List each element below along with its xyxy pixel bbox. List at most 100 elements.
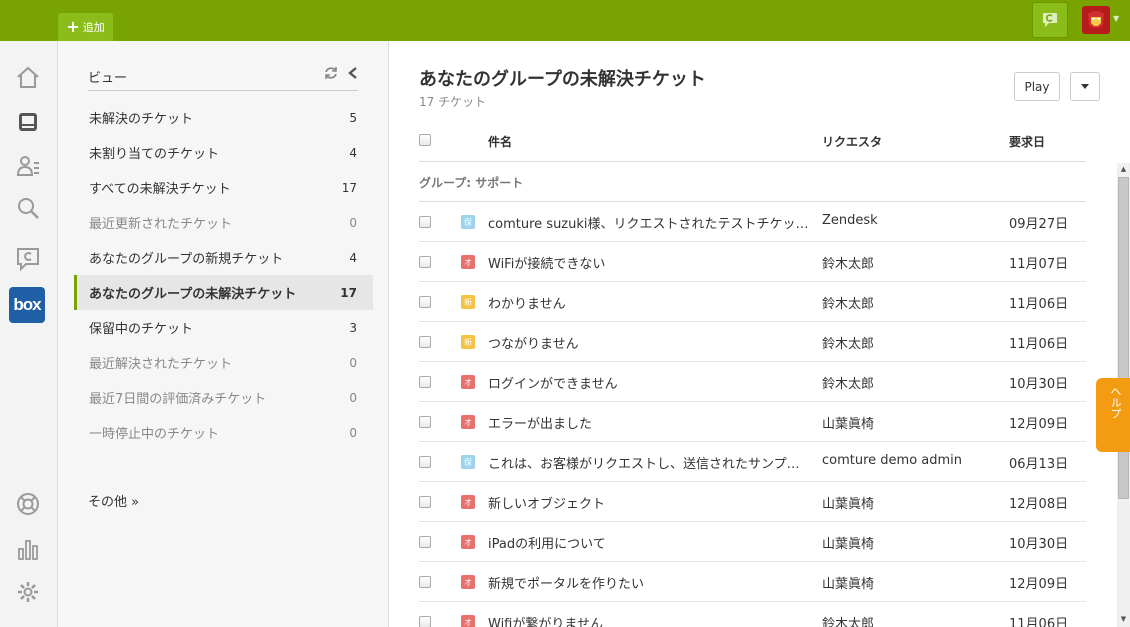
status-badge: オ (461, 415, 475, 429)
refresh-icon[interactable] (323, 65, 339, 81)
ticket-subject[interactable]: ログインができません (488, 373, 810, 392)
ticket-date: 11月06日 (1009, 617, 1069, 627)
help-tab-label: ヘルプ (1109, 386, 1122, 419)
view-item-active[interactable]: あなたのグループの未解決チケット 17 (74, 275, 373, 310)
ticket-subject[interactable]: わかりません (488, 293, 810, 312)
ticket-row[interactable]: オ新しいオブジェクト 山葉眞椅 12月08日 (419, 482, 1086, 522)
chat-button[interactable] (1032, 2, 1068, 38)
row-checkbox[interactable] (419, 576, 431, 588)
reports-icon[interactable] (13, 534, 43, 564)
status-badge: オ (461, 255, 475, 269)
ticket-subject[interactable]: comture suzuki様、リクエストされたテストチケットをお送りします (488, 213, 810, 232)
scroll-up-icon[interactable]: ▲ (1117, 165, 1130, 175)
view-item-label: 一時停止中のチケット (89, 427, 220, 442)
ticket-subject[interactable]: 新しいオブジェクト (488, 493, 810, 512)
play-button[interactable]: Play (1014, 72, 1060, 101)
column-date[interactable]: 要求日 (1009, 133, 1045, 150)
ticket-requester: 山葉眞椅 (822, 537, 875, 552)
view-item[interactable]: 最近更新されたチケット 0 (74, 205, 373, 240)
scroll-down-icon[interactable]: ▼ (1117, 615, 1130, 625)
ticket-subject[interactable]: Wifiが繋がりません (488, 613, 810, 627)
ticket-date: 12月09日 (1009, 417, 1069, 432)
views-panel: ビュー 未解決のチケット 5 未割り当てのチケット 4 すべての未解決チケット … (58, 41, 389, 627)
top-bar: + 追加 ▼ (0, 0, 1130, 41)
avatar-menu-chevron-icon[interactable]: ▼ (1113, 14, 1119, 23)
row-checkbox[interactable] (419, 256, 431, 268)
help-lifebuoy-icon[interactable] (13, 489, 43, 519)
view-item-count: 5 (349, 110, 357, 125)
view-item-count: 4 (349, 250, 357, 265)
view-item[interactable]: あなたのグループの新規チケット 4 (74, 240, 373, 275)
search-icon[interactable] (13, 193, 43, 223)
status-badge: オ (461, 535, 475, 549)
ticket-row[interactable]: オ Wifiが繋がりません 鈴木太郎 11月06日 (419, 602, 1086, 627)
status-badge: オ (461, 495, 475, 509)
view-item-label: 最近解決されたチケット (89, 357, 233, 372)
row-checkbox[interactable] (419, 536, 431, 548)
ticket-row[interactable]: オ WiFiが接続できない 鈴木太郎 11月07日 (419, 242, 1086, 282)
ticket-row[interactable]: オ新規でポータルを作りたい 山葉眞椅 12月09日 (419, 562, 1086, 602)
view-item[interactable]: 保留中のチケット 3 (74, 310, 373, 345)
ticket-row[interactable]: オログインができません 鈴木太郎 10月30日 (419, 362, 1086, 402)
page-title: あなたのグループの未解決チケット (419, 69, 706, 90)
row-checkbox[interactable] (419, 456, 431, 468)
ticket-row[interactable]: オ iPadの利用について 山葉眞椅 10月30日 (419, 522, 1086, 562)
ticket-row[interactable]: 新わかりません 鈴木太郎 11月06日 (419, 282, 1086, 322)
options-dropdown-button[interactable] (1070, 72, 1100, 101)
ticket-subject[interactable]: エラーが出ました (488, 413, 810, 432)
ticket-date: 11月07日 (1009, 257, 1069, 272)
ticket-row[interactable]: 保 comture suzuki様、リクエストされたテストチケットをお送りします Z… (419, 202, 1086, 242)
ticket-row[interactable]: 新つながりません 鈴木太郎 11月06日 (419, 322, 1086, 362)
column-subject[interactable]: 件名 (488, 133, 512, 150)
row-checkbox[interactable] (419, 496, 431, 508)
view-item[interactable]: 最近7日間の評価済みチケット 0 (74, 380, 373, 415)
status-badge: オ (461, 615, 475, 627)
ticket-date: 09月27日 (1009, 217, 1069, 232)
user-avatar[interactable] (1082, 6, 1110, 34)
view-item[interactable]: 一時停止中のチケット 0 (74, 415, 373, 450)
row-checkbox[interactable] (419, 296, 431, 308)
ticket-subject[interactable]: つながりません (488, 333, 810, 352)
chat-icon[interactable] (13, 244, 43, 274)
collapse-panel-icon[interactable] (346, 65, 360, 81)
ticket-requester: 鈴木太郎 (822, 617, 875, 627)
view-item[interactable]: 未割り当てのチケット 4 (74, 135, 373, 170)
box-app-icon[interactable]: box (9, 287, 45, 323)
status-badge: 新 (461, 335, 475, 349)
view-item[interactable]: すべての未解決チケット 17 (74, 170, 373, 205)
ticket-date: 11月06日 (1009, 337, 1069, 352)
home-icon[interactable] (13, 63, 43, 93)
ticket-date: 12月08日 (1009, 497, 1069, 512)
ticket-subject[interactable]: 新規でポータルを作りたい (488, 573, 810, 592)
ticket-subject[interactable]: これは、お客様がリクエストし、送信されたサンプルチケットです (488, 453, 810, 472)
ticket-count: 17 チケット (419, 95, 487, 109)
column-requester[interactable]: リクエスタ (822, 133, 882, 150)
settings-icon[interactable] (13, 577, 43, 607)
group-header: グループ: サポート (419, 162, 1086, 202)
view-item-label: あなたのグループの新規チケット (89, 252, 284, 267)
view-item[interactable]: 未解決のチケット 5 (74, 100, 373, 135)
help-tab[interactable]: ヘルプ (1096, 378, 1130, 452)
row-checkbox[interactable] (419, 616, 431, 627)
status-badge: 保 (461, 455, 475, 469)
ticket-row[interactable]: オエラーが出ました 山葉眞椅 12月09日 (419, 402, 1086, 442)
users-icon[interactable] (13, 151, 43, 181)
view-item-label: あなたのグループの未解決チケット (89, 287, 297, 302)
ticket-subject[interactable]: iPadの利用について (488, 533, 810, 552)
view-item-label: 最近7日間の評価済みチケット (89, 392, 267, 407)
row-checkbox[interactable] (419, 216, 431, 228)
row-checkbox[interactable] (419, 336, 431, 348)
view-item-count: 0 (349, 390, 357, 405)
more-views-link[interactable]: その他 » (88, 491, 139, 510)
ticket-row[interactable]: 保これは、お客様がリクエストし、送信されたサンプルチケットです comture d… (419, 442, 1086, 482)
views-icon[interactable] (13, 107, 43, 137)
ticket-subject[interactable]: WiFiが接続できない (488, 253, 810, 272)
views-title: ビュー (88, 71, 128, 86)
ticket-requester: 鈴木太郎 (822, 297, 875, 312)
add-button[interactable]: + 追加 (58, 13, 113, 41)
view-item[interactable]: 最近解決されたチケット 0 (74, 345, 373, 380)
row-checkbox[interactable] (419, 376, 431, 388)
ironman-avatar (1088, 11, 1104, 28)
row-checkbox[interactable] (419, 416, 431, 428)
select-all-checkbox[interactable] (419, 134, 431, 146)
